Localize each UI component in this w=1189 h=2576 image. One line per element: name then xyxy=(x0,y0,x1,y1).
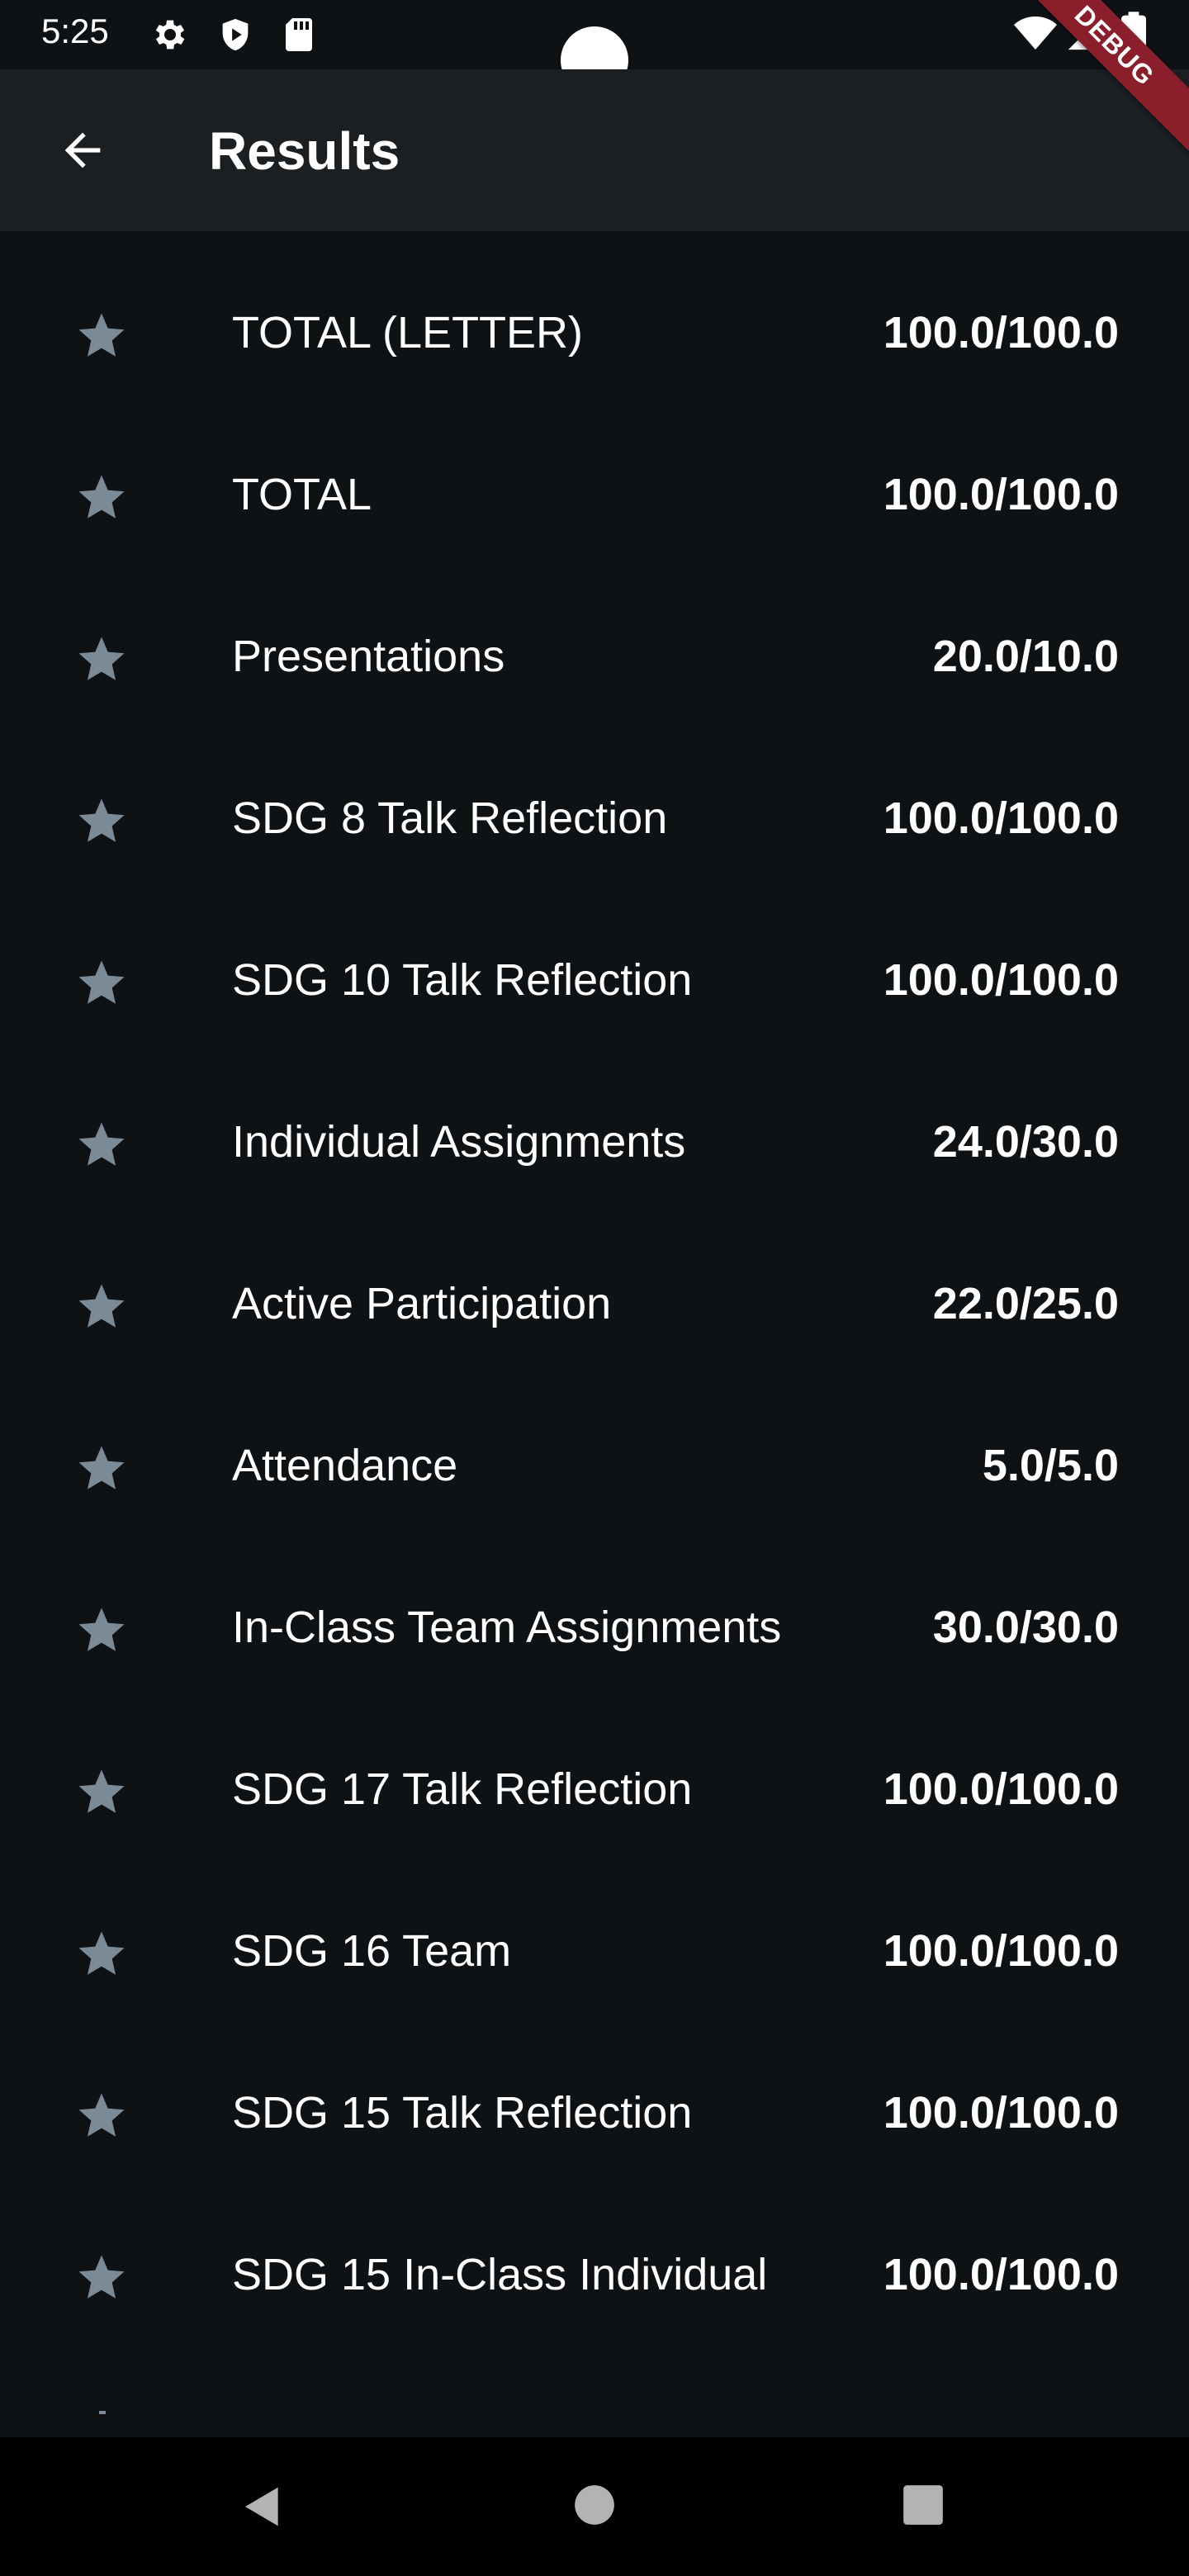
item-name: In-Class Team Assignments xyxy=(232,1603,782,1652)
item-score: 5.0/5.0 xyxy=(982,1441,1119,1490)
star-icon xyxy=(78,637,125,680)
item-score: 100.0/100.0 xyxy=(883,308,1119,358)
star-icon xyxy=(78,313,125,357)
nav-back-triangle-icon[interactable] xyxy=(239,2484,286,2530)
star-icon xyxy=(78,2093,125,2137)
list-item[interactable]: SDG 17 Talk Reflection 100.0/100.0 xyxy=(0,1711,1189,1873)
list-item[interactable]: Presentations 20.0/10.0 xyxy=(0,578,1189,740)
nav-recents-square-icon[interactable] xyxy=(902,2484,945,2526)
item-name: SDG 16 Team xyxy=(232,1926,512,1976)
star-icon xyxy=(78,1931,125,1975)
list-item[interactable]: SDG 15 Talk Reflection 100.0/100.0 xyxy=(0,2034,1189,2196)
star-icon xyxy=(78,1608,125,1651)
star-icon xyxy=(78,2255,125,2299)
item-name: TOTAL xyxy=(232,470,372,519)
star-icon xyxy=(78,1446,125,1489)
results-list: TOTAL (LETTER) 100.0/100.0 TOTAL 100.0/1… xyxy=(0,254,1189,2358)
shield-play-icon xyxy=(222,18,249,51)
nav-home-circle-icon[interactable] xyxy=(573,2484,616,2526)
partial-star-icon xyxy=(99,2411,106,2414)
list-item[interactable]: SDG 8 Talk Reflection 100.0/100.0 xyxy=(0,740,1189,902)
page-title: Results xyxy=(209,121,400,181)
list-item[interactable]: Active Participation 22.0/25.0 xyxy=(0,1225,1189,1387)
star-icon xyxy=(78,1122,125,1166)
item-name: SDG 15 Talk Reflection xyxy=(232,2088,693,2138)
list-item[interactable]: Individual Assignments 24.0/30.0 xyxy=(0,1063,1189,1225)
star-icon xyxy=(78,475,125,519)
list-item[interactable]: TOTAL 100.0/100.0 xyxy=(0,416,1189,578)
item-score: 100.0/100.0 xyxy=(883,1926,1119,1976)
arrow-back-icon xyxy=(64,132,101,168)
wifi-icon xyxy=(1014,17,1057,50)
item-name: SDG 8 Talk Reflection xyxy=(232,793,668,843)
list-item[interactable]: SDG 10 Talk Reflection 100.0/100.0 xyxy=(0,902,1189,1063)
battery-icon xyxy=(1121,12,1146,54)
item-name: Individual Assignments xyxy=(232,1117,686,1167)
sd-card-icon xyxy=(286,18,312,51)
item-name: Attendance xyxy=(232,1441,458,1490)
item-score: 100.0/100.0 xyxy=(883,1764,1119,1814)
item-name: SDG 15 In-Class Individual xyxy=(232,2250,768,2299)
item-name: TOTAL (LETTER) xyxy=(232,308,584,358)
cellular-signal-icon xyxy=(1068,17,1101,50)
item-name: Presentations xyxy=(232,632,505,681)
list-item[interactable]: In-Class Team Assignments 30.0/30.0 xyxy=(0,1549,1189,1711)
list-item[interactable]: SDG 16 Team 100.0/100.0 xyxy=(0,1873,1189,2034)
item-score: 100.0/100.0 xyxy=(883,2088,1119,2138)
item-score: 24.0/30.0 xyxy=(932,1117,1119,1167)
list-item[interactable]: Attendance 5.0/5.0 xyxy=(0,1387,1189,1549)
item-score: 22.0/25.0 xyxy=(932,1279,1119,1328)
item-name: SDG 10 Talk Reflection xyxy=(232,955,693,1005)
item-name: SDG 17 Talk Reflection xyxy=(232,1764,693,1814)
list-item[interactable]: SDG 15 In-Class Individual 100.0/100.0 xyxy=(0,2196,1189,2358)
star-icon xyxy=(78,798,125,842)
back-button[interactable] xyxy=(48,116,117,185)
settings-gear-icon xyxy=(155,20,185,50)
item-score: 100.0/100.0 xyxy=(883,793,1119,843)
item-score: 30.0/30.0 xyxy=(932,1603,1119,1652)
item-name: Active Participation xyxy=(232,1279,612,1328)
star-icon xyxy=(78,960,125,1004)
app-bar: Results xyxy=(0,69,1189,231)
item-score: 20.0/10.0 xyxy=(932,632,1119,681)
system-nav-bar xyxy=(0,2437,1189,2576)
item-score: 100.0/100.0 xyxy=(883,470,1119,519)
star-icon xyxy=(78,1284,125,1328)
list-item[interactable]: TOTAL (LETTER) 100.0/100.0 xyxy=(0,254,1189,416)
star-icon xyxy=(78,1769,125,1813)
status-time: 5:25 xyxy=(41,12,109,50)
item-score: 100.0/100.0 xyxy=(883,2250,1119,2299)
item-score: 100.0/100.0 xyxy=(883,955,1119,1005)
